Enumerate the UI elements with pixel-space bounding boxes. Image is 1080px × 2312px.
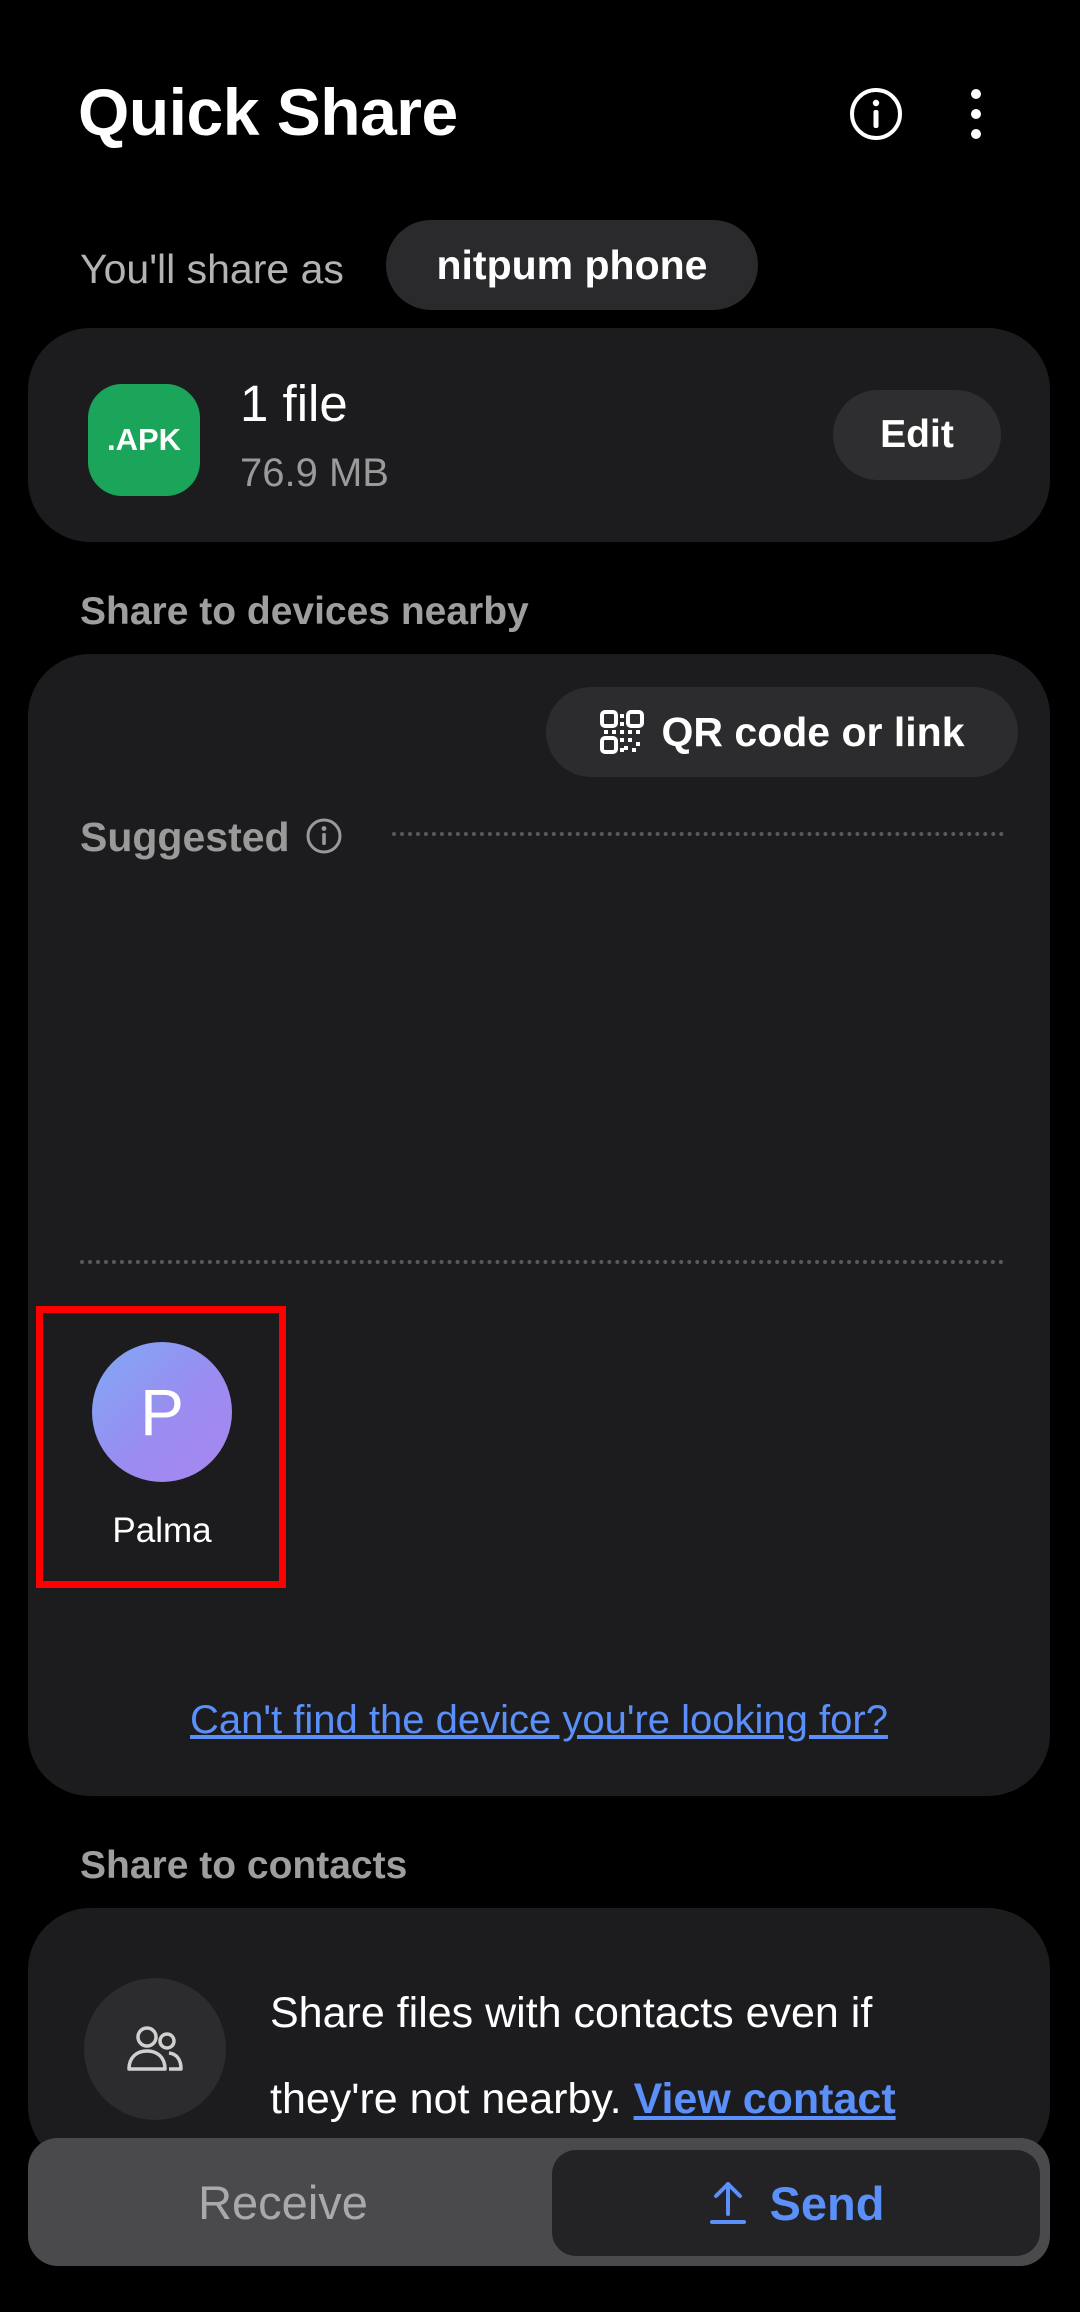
device-name-label[interactable]: Palma [80,1508,244,1554]
devices-divider [80,1260,1004,1264]
receive-tab[interactable]: Receive [40,2148,526,2256]
send-tab-label: Send [769,2176,885,2230]
qr-code-icon [599,710,644,754]
apk-file-icon: .APK [88,384,200,496]
suggested-label: Suggested [80,814,290,860]
qr-code-button[interactable]: QR code or link [546,687,1018,777]
more-options-icon[interactable] [940,78,1012,150]
contacts-description: Share files with contacts even if they'r… [270,1970,970,2142]
file-size: 76.9 MB [240,451,389,495]
suggested-info-icon[interactable] [304,816,344,861]
contacts-section-label: Share to contacts [80,1844,408,1887]
device-name-chip[interactable]: nitpum phone [386,220,758,310]
suggested-divider [392,832,1004,836]
send-tab[interactable]: Send [552,2150,1040,2256]
edit-button[interactable]: Edit [833,390,1001,480]
file-count: 1 file [240,375,348,432]
nearby-section-label: Share to devices nearby [80,590,529,633]
contacts-icon [84,1978,226,2120]
info-icon[interactable] [840,78,912,150]
qr-code-button-label: QR code or link [661,708,965,755]
upload-arrow-icon [709,2182,746,2224]
device-avatar[interactable]: P [92,1342,232,1482]
view-contact-link[interactable]: View contact [634,2075,896,2123]
share-as-label: You'll share as [80,246,344,292]
page-title: Quick Share [78,75,458,149]
cant-find-device-link[interactable]: Can't find the device you're looking for… [28,1694,1050,1746]
